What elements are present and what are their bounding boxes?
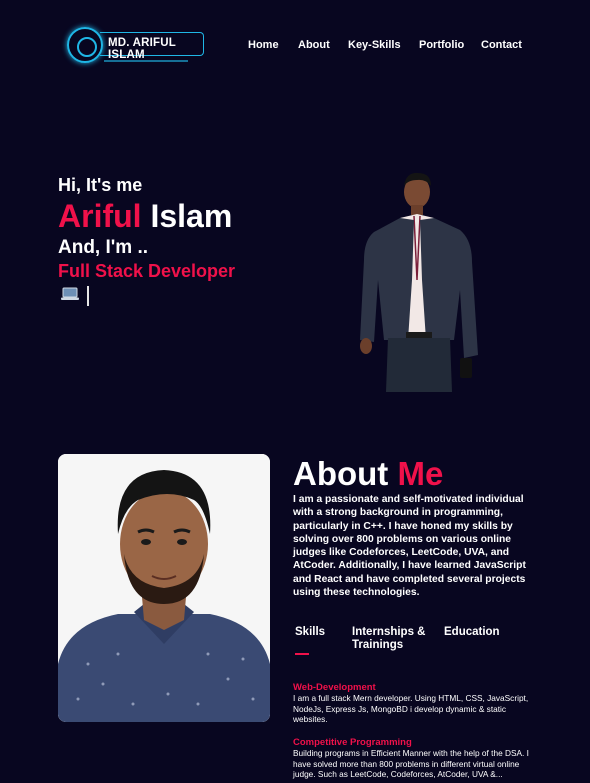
about-title-accent: Me xyxy=(397,455,444,492)
profile-photo-image xyxy=(58,454,270,722)
hero-last-name: Islam xyxy=(150,198,233,234)
site-logo[interactable]: MD. ARIFUL ISLAM xyxy=(64,22,204,68)
hero-portrait-image xyxy=(360,172,478,392)
active-tab-indicator xyxy=(295,653,309,655)
hero-and-im: And, I'm .. xyxy=(58,237,149,258)
logo-emblem-icon xyxy=(67,27,103,63)
nav-home[interactable]: Home xyxy=(248,39,279,51)
logo-text: MD. ARIFUL ISLAM xyxy=(108,37,176,61)
typing-cursor xyxy=(87,286,89,306)
about-description: I am a passionate and self-motivated ind… xyxy=(293,494,526,599)
tab-internships[interactable]: Internships & Trainings xyxy=(352,626,432,652)
nav-portfolio[interactable]: Portfolio xyxy=(419,39,464,51)
about-title-word: About xyxy=(293,455,389,492)
logo-underline xyxy=(104,60,188,62)
skill-description: Building programs in Efficient Manner wi… xyxy=(293,748,529,779)
nav-about[interactable]: About xyxy=(298,39,330,51)
hero-role: Full Stack Developer xyxy=(58,261,236,281)
laptop-icon xyxy=(61,287,79,300)
about-photo xyxy=(58,454,270,722)
tab-skills[interactable]: Skills xyxy=(295,626,325,639)
about-title: About Me xyxy=(293,455,443,493)
hero-greeting: Hi, It's me xyxy=(58,175,143,195)
skill-title: Web-Development xyxy=(293,682,376,693)
header: MD. ARIFUL ISLAM Home About Key-Skills P… xyxy=(0,0,590,90)
skill-title: Competitive Programming xyxy=(293,737,412,748)
nav-key-skills[interactable]: Key-Skills xyxy=(348,39,408,51)
skill-description: I am a full stack Mern developer. Using … xyxy=(293,693,529,724)
hero-name: Ariful Islam xyxy=(58,198,232,235)
hero-first-name: Ariful xyxy=(58,198,142,234)
nav-contact[interactable]: Contact xyxy=(481,39,522,51)
tab-education[interactable]: Education xyxy=(444,626,500,639)
